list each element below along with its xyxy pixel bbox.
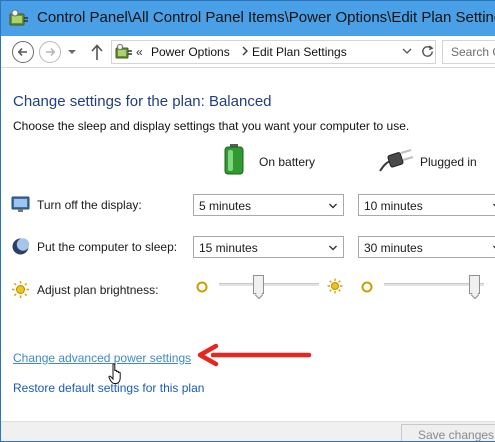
- sleep-battery-select[interactable]: 15 minutes: [193, 236, 344, 258]
- brightness-plugged-slider[interactable]: [384, 275, 484, 295]
- address-dropdown-icon[interactable]: [402, 46, 412, 56]
- control-panel-window: Control Panel\All Control Panel Items\Po…: [0, 0, 495, 442]
- up-arrow-icon[interactable]: [90, 43, 104, 61]
- sleep-plugged-value: 30 minutes: [364, 241, 423, 255]
- power-options-icon: [9, 9, 28, 26]
- footer-bar: Save changes: [1, 421, 495, 441]
- breadcrumb-overflow-chevron[interactable]: «: [136, 45, 143, 59]
- slider-track: [219, 283, 319, 286]
- hand-cursor-icon: [108, 363, 121, 384]
- title-bar[interactable]: Control Panel\All Control Panel Items\Po…: [1, 1, 495, 36]
- forward-button[interactable]: [39, 41, 61, 63]
- address-toolbar: « Power Options Edit Plan Settings: [1, 36, 495, 68]
- change-advanced-power-settings-link[interactable]: Change advanced power settings: [13, 351, 191, 365]
- power-plug-icon: [379, 148, 414, 172]
- sleep-moon-icon: [12, 238, 30, 255]
- refresh-icon[interactable]: [420, 44, 435, 59]
- plan-brightness-label: Adjust plan brightness:: [37, 283, 159, 297]
- address-field[interactable]: « Power Options Edit Plan Settings: [111, 40, 436, 64]
- brightness-battery-slider[interactable]: [219, 275, 319, 295]
- annotation-arrow-icon: [197, 343, 312, 367]
- display-off-battery-value: 5 minutes: [199, 199, 252, 213]
- monitor-icon: [11, 196, 30, 212]
- sleep-plugged-select[interactable]: 30 minutes: [358, 236, 495, 258]
- display-off-plugged-value: 10 minutes: [364, 199, 423, 213]
- computer-sleep-label: Put the computer to sleep:: [37, 240, 178, 254]
- plugged-in-label: Plugged in: [420, 155, 477, 169]
- search-input[interactable]: [443, 41, 495, 63]
- recent-locations-chevron-icon[interactable]: [67, 47, 77, 57]
- breadcrumb-edit-plan-settings[interactable]: Edit Plan Settings: [252, 45, 347, 59]
- brightness-sun-icon: [12, 281, 29, 298]
- battery-icon: [224, 144, 244, 175]
- turn-off-display-label: Turn off the display:: [37, 198, 142, 212]
- bright-sun-icon: [327, 278, 343, 294]
- window-title: Control Panel\All Control Panel Items\Po…: [37, 9, 495, 26]
- breadcrumb-power-options[interactable]: Power Options: [151, 45, 230, 59]
- sleep-battery-value: 15 minutes: [199, 241, 258, 255]
- on-battery-label: On battery: [259, 155, 316, 169]
- slider-thumb[interactable]: [469, 275, 480, 294]
- dim-sun-icon: [361, 281, 373, 293]
- display-off-battery-select[interactable]: 5 minutes: [193, 194, 344, 216]
- chevron-down-icon: [329, 245, 337, 251]
- main-content: Change settings for the plan: Balanced C…: [1, 69, 495, 421]
- search-box[interactable]: [442, 40, 495, 64]
- slider-thumb[interactable]: [253, 275, 264, 294]
- back-button[interactable]: [12, 41, 34, 63]
- arrow-right-icon: [46, 47, 56, 57]
- page-title: Change settings for the plan: Balanced: [13, 93, 272, 110]
- breadcrumb-separator-icon[interactable]: [241, 46, 249, 56]
- page-description: Choose the sleep and display settings th…: [13, 119, 410, 133]
- display-off-plugged-select[interactable]: 10 minutes: [358, 194, 495, 216]
- save-changes-button[interactable]: Save changes: [401, 424, 495, 441]
- arrow-left-icon: [17, 47, 27, 57]
- chevron-down-icon: [329, 203, 337, 209]
- dim-sun-icon: [196, 281, 208, 293]
- power-options-icon: [115, 43, 132, 59]
